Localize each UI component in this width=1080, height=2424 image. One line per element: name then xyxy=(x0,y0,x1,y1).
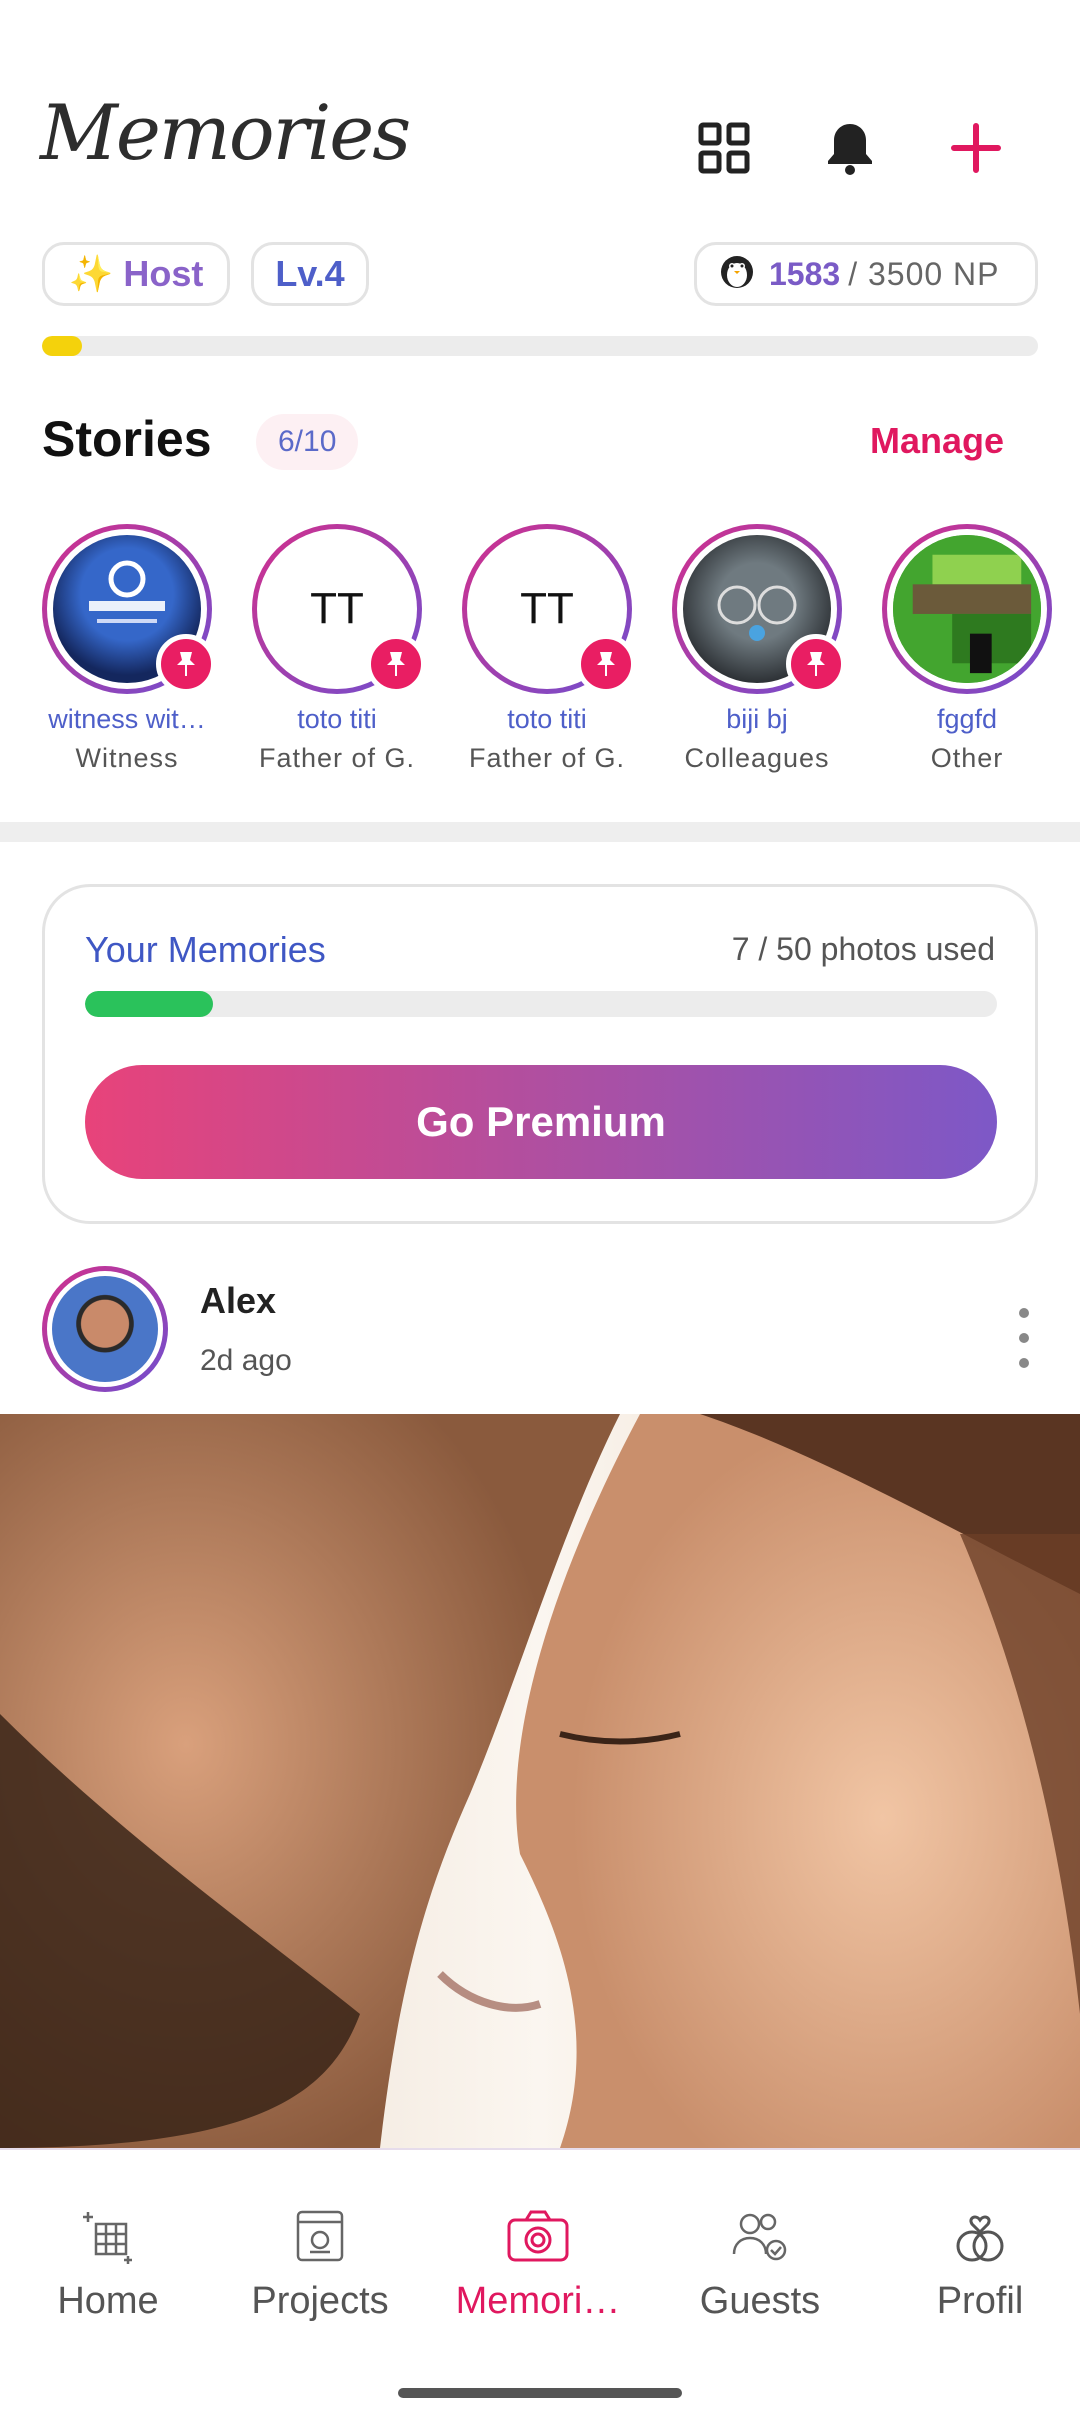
pin-icon xyxy=(576,634,636,694)
np-current: 1583 xyxy=(769,255,841,292)
manage-stories-button[interactable]: Manage xyxy=(870,420,1004,462)
nav-memories[interactable]: Memori… xyxy=(430,2204,646,2323)
np-total: / 3500 NP xyxy=(848,255,1000,292)
nav-label: Home xyxy=(57,2280,159,2322)
app-title: Memories xyxy=(40,88,411,177)
story-item[interactable]: witness wit… Witness xyxy=(34,524,220,774)
penguin-icon xyxy=(717,250,757,298)
rings-icon xyxy=(948,2204,1012,2268)
story-item[interactable]: fggfd Other xyxy=(874,524,1060,774)
nav-projects[interactable]: Projects xyxy=(212,2204,428,2323)
photo-usage-text: 7 / 50 photos used xyxy=(731,931,995,967)
np-points-badge[interactable]: 1583 / 3500 NP xyxy=(694,242,1038,306)
story-name: witness wit… xyxy=(48,704,206,734)
nav-label: Guests xyxy=(699,2280,821,2322)
stories-count-badge: 6/10 xyxy=(256,414,359,470)
nav-label: Projects xyxy=(251,2280,389,2322)
story-name: toto titi xyxy=(507,704,587,734)
memories-usage-card: Your Memories 7 / 50 photos used Go Prem… xyxy=(42,884,1038,1224)
section-divider xyxy=(0,822,1080,842)
story-item[interactable]: TT toto titi Father of G. xyxy=(244,524,430,774)
pin-icon xyxy=(366,634,426,694)
host-badge: ✨ Host xyxy=(42,242,230,306)
nav-profile[interactable]: Profil xyxy=(872,2204,1080,2323)
story-name: fggfd xyxy=(936,704,998,734)
memories-card-title: Your Memories xyxy=(85,929,326,970)
nav-guests[interactable]: Guests xyxy=(652,2204,868,2323)
nav-label: Memori… xyxy=(455,2280,621,2322)
bottom-nav: Home Projects Memori… Guests Profil xyxy=(0,2148,1080,2424)
post-author[interactable]: Alex xyxy=(200,1280,276,1322)
post-timestamp: 2d ago xyxy=(200,1344,292,1377)
go-premium-button[interactable]: Go Premium xyxy=(85,1065,997,1179)
grid-icon[interactable] xyxy=(688,112,760,184)
story-avatar xyxy=(893,535,1041,683)
story-name: toto titi xyxy=(297,704,377,734)
story-relation: Colleagues xyxy=(684,743,830,773)
app-header: Memories xyxy=(0,0,1080,230)
story-relation: Other xyxy=(930,743,1004,773)
xp-progress-fill xyxy=(42,336,82,356)
post-photo[interactable] xyxy=(0,1414,1080,2148)
photo-usage-fill xyxy=(85,991,213,1017)
bell-icon[interactable] xyxy=(814,112,886,184)
story-relation: Father of G. xyxy=(258,743,416,773)
story-relation: Father of G. xyxy=(468,743,626,773)
pin-icon xyxy=(786,634,846,694)
nav-label: Profil xyxy=(936,2280,1024,2322)
story-item[interactable]: biji bj Colleagues xyxy=(664,524,850,774)
nav-home[interactable]: Home xyxy=(0,2204,216,2323)
stories-title: Stories xyxy=(42,411,212,467)
camera-icon xyxy=(506,2204,570,2268)
avatar[interactable] xyxy=(42,1266,168,1392)
projects-icon xyxy=(288,2204,352,2268)
home-sparkle-icon xyxy=(76,2204,140,2268)
level-badge: Lv.4 xyxy=(251,242,369,306)
photo-usage-bar xyxy=(85,991,997,1017)
story-name: biji bj xyxy=(726,704,788,734)
xp-progress-bar xyxy=(42,336,1038,356)
more-options-icon[interactable] xyxy=(1004,1308,1044,1368)
post-header: Alex 2d ago xyxy=(0,1266,1080,1414)
story-item[interactable]: TT toto titi Father of G. xyxy=(454,524,640,774)
story-relation: Witness xyxy=(75,743,179,773)
home-indicator[interactable] xyxy=(398,2388,682,2398)
add-icon[interactable] xyxy=(940,112,1012,184)
pin-icon xyxy=(156,634,216,694)
guests-icon xyxy=(728,2204,792,2268)
